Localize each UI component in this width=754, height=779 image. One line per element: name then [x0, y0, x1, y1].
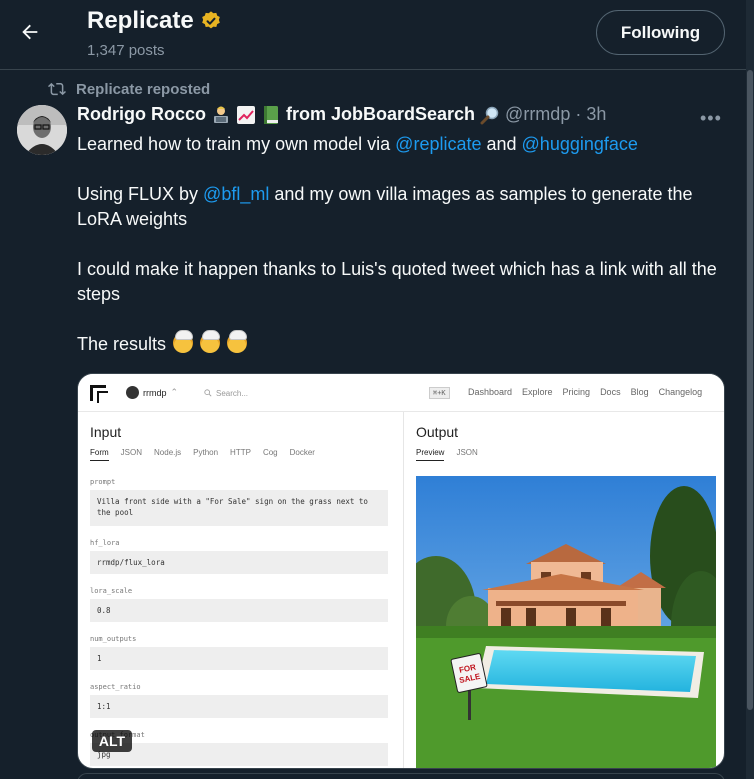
tab-json: JSON — [456, 448, 478, 457]
tab-form: Form — [90, 448, 109, 461]
tab-cog: Cog — [262, 448, 278, 457]
input-title: Input — [90, 424, 122, 440]
repost-label: Replicate reposted — [76, 80, 211, 98]
user-avatar-icon — [126, 386, 139, 399]
back-button[interactable] — [14, 16, 46, 48]
alt-text-badge[interactable]: ALT — [92, 730, 132, 752]
author-handle[interactable]: @rrmdp — [505, 104, 570, 125]
tab-json: JSON — [120, 448, 143, 457]
scrollbar-thumb[interactable] — [747, 70, 753, 710]
tweet-author-row: Rodrigo Rocco from JobBoardSearch @rrmdp… — [77, 104, 606, 125]
tweet-text-line3: I could make it happen thanks to Luis's … — [77, 259, 717, 304]
screenshot-username: rrmdp — [143, 387, 167, 398]
nav-link: Blog — [630, 387, 649, 397]
profile-header: Replicate 1,347 posts Following — [0, 0, 746, 70]
tweet-time[interactable]: · 3h — [575, 104, 606, 125]
field-value: jpg — [90, 743, 388, 766]
screenshot-navbar: rrmdp ⌃ Search... ⌘+K Dashboard Explore … — [78, 374, 724, 412]
field-value: 1:1 — [90, 695, 388, 718]
magnifier-emoji-icon — [480, 106, 499, 124]
page-title: Replicate — [87, 7, 194, 34]
tab-docker: Docker — [289, 448, 315, 457]
tab-http: HTTP — [230, 448, 251, 457]
tweet-text-line1: Learned how to train my own model via — [77, 134, 396, 154]
tweet-media-image[interactable]: rrmdp ⌃ Search... ⌘+K Dashboard Explore … — [77, 373, 725, 769]
search-placeholder: Search... — [216, 388, 249, 398]
tab-preview: Preview — [416, 448, 445, 461]
field-value: Villa front side with a "For Sale" sign … — [90, 490, 388, 526]
green-book-emoji-icon — [264, 105, 278, 124]
tweet-text: Learned how to train my own model via @r… — [77, 132, 737, 382]
tweet-text-and: and — [481, 134, 522, 154]
tab-python: Python — [193, 448, 219, 457]
output-panel: Output Preview JSON — [416, 424, 716, 465]
input-tabs: Form JSON Node.js Python HTTP Cog Docker — [90, 448, 390, 465]
magnifier-icon — [204, 389, 212, 397]
screenshot-user: rrmdp ⌃ — [126, 386, 178, 399]
mention-bfl-ml[interactable]: @bfl_ml — [203, 184, 269, 204]
screenshot-search: Search... — [198, 383, 458, 403]
nav-link: Docs — [600, 387, 621, 397]
screenshot-nav-links: Dashboard Explore Pricing Docs Blog Chan… — [468, 387, 702, 397]
author-avatar[interactable] — [17, 105, 67, 155]
nav-link: Pricing — [562, 387, 591, 397]
verified-badge-icon — [201, 11, 220, 29]
tab-nodejs: Node.js — [154, 448, 182, 457]
nav-link: Changelog — [658, 387, 703, 397]
exploding-head-emoji-icon — [227, 330, 248, 353]
field-value: 0.8 — [90, 599, 388, 622]
tweet-text-line2: Using FLUX by — [77, 184, 204, 204]
author-name[interactable]: Rodrigo Rocco — [77, 104, 206, 125]
author-name-suffix[interactable]: from JobBoardSearch — [286, 104, 475, 125]
avatar-photo — [17, 105, 67, 155]
exploding-head-emoji-icon — [200, 330, 221, 353]
following-button[interactable]: Following — [596, 10, 725, 55]
field-label: hf_lora — [90, 539, 120, 547]
technologist-emoji-icon — [214, 106, 228, 123]
field-label: aspect_ratio — [90, 683, 141, 691]
more-options-button[interactable]: ••• — [700, 108, 722, 129]
posts-count: 1,347 posts — [87, 42, 165, 59]
field-value: rrmdp/flux_lora — [90, 551, 388, 574]
quoted-tweet-card-edge[interactable] — [77, 773, 725, 779]
input-panel: Input Form JSON Node.js Python HTTP Cog … — [90, 424, 390, 766]
arrow-left-icon — [22, 24, 38, 40]
nav-link: Dashboard — [468, 387, 513, 397]
shortcut-kbd: ⌘+K — [429, 387, 450, 399]
chevron-updown-icon: ⌃ — [170, 387, 179, 397]
mention-huggingface[interactable]: @huggingface — [522, 134, 638, 154]
repost-indicator[interactable]: Replicate reposted — [48, 80, 210, 98]
repost-icon — [48, 82, 66, 96]
field-value: 1 — [90, 647, 388, 670]
panel-divider — [403, 412, 404, 768]
output-title: Output — [416, 424, 459, 440]
generated-villa-image: FOR SALE — [416, 476, 716, 768]
field-label: prompt — [90, 478, 116, 486]
tweet-text-line4: The results — [77, 334, 167, 354]
field-label: lora_scale — [90, 587, 133, 595]
chart-increasing-emoji-icon — [237, 105, 255, 124]
exploding-head-emoji-icon — [173, 330, 194, 353]
replicate-logo-icon — [90, 385, 108, 403]
mention-replicate[interactable]: @replicate — [395, 134, 481, 154]
field-label: num_outputs — [90, 635, 137, 643]
nav-link: Explore — [522, 387, 553, 397]
field-label: output_format — [90, 731, 390, 739]
output-tabs: Preview JSON — [416, 448, 716, 465]
